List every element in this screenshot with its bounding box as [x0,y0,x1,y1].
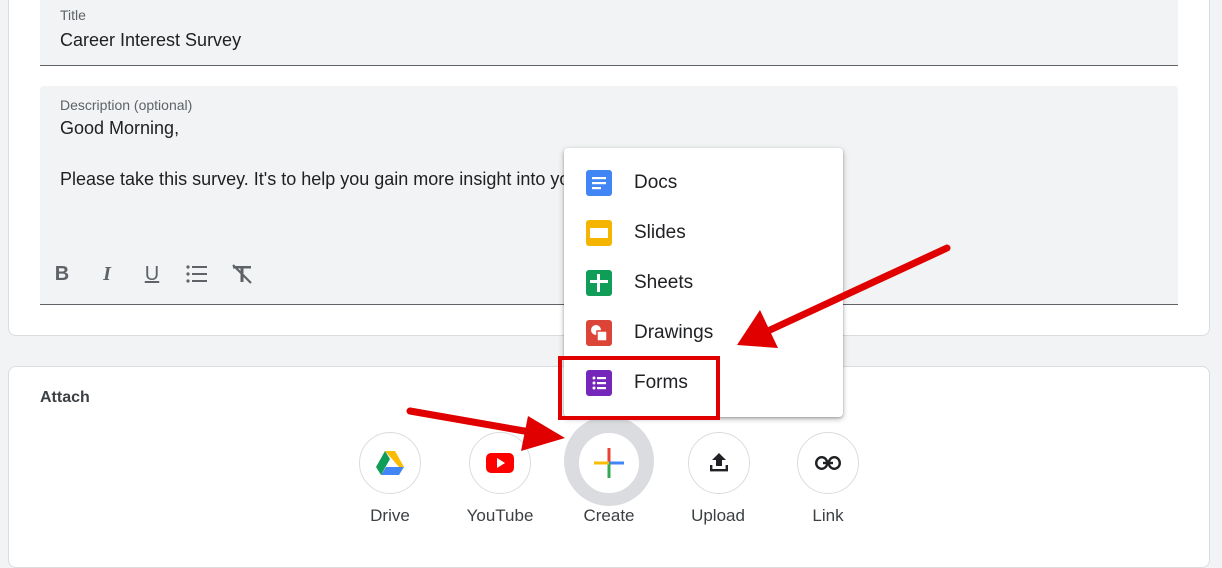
upload-icon [710,453,728,472]
drawings-icon [586,320,612,346]
drive-label: Drive [370,506,410,525]
title-value: Career Interest Survey [60,30,242,50]
google-drive-icon [376,450,404,475]
upload-button[interactable] [688,432,750,494]
bold-button[interactable]: B [50,262,74,286]
create-label: Create [583,506,635,525]
link-label: Link [812,506,844,525]
clear-formatting-icon [232,264,252,284]
attach-title: Attach [40,389,90,406]
underline-icon: U [144,262,160,285]
title-label: Title [60,7,86,23]
bold-icon: B [54,262,70,285]
description-label: Description (optional) [60,97,193,113]
menu-item-drawings[interactable]: Drawings [564,309,843,357]
italic-icon: I [103,262,111,285]
menu-item-sheets[interactable]: Sheets [564,259,843,307]
youtube-button[interactable] [469,432,531,494]
drive-button[interactable] [359,432,421,494]
bulleted-list-button[interactable] [185,262,209,286]
menu-item-label: Drawings [634,322,714,343]
link-button[interactable] [797,432,859,494]
create-button[interactable] [578,432,640,494]
youtube-label: YouTube [466,506,534,525]
plus-icon [594,448,624,478]
link-icon [815,456,841,470]
clear-formatting-button[interactable] [230,262,254,286]
youtube-icon [486,453,514,473]
bulleted-list-icon [186,265,207,283]
menu-item-slides[interactable]: Slides [564,209,843,257]
menu-item-label: Docs [634,172,678,193]
menu-item-docs[interactable]: Docs [564,159,843,207]
menu-item-label: Slides [634,222,686,243]
underline-button[interactable]: U [140,262,164,286]
italic-button[interactable]: I [95,262,119,286]
upload-label: Upload [691,506,745,525]
title-field[interactable]: Title Career Interest Survey [40,0,1178,66]
docs-icon [586,170,612,196]
menu-item-label: Sheets [634,272,694,293]
slides-icon [586,220,612,246]
description-line-1: Good Morning, [60,118,180,138]
forms-highlight-box [558,356,720,420]
sheets-icon [586,270,612,296]
description-line-2: Please take this survey. It's to help yo… [60,169,570,189]
